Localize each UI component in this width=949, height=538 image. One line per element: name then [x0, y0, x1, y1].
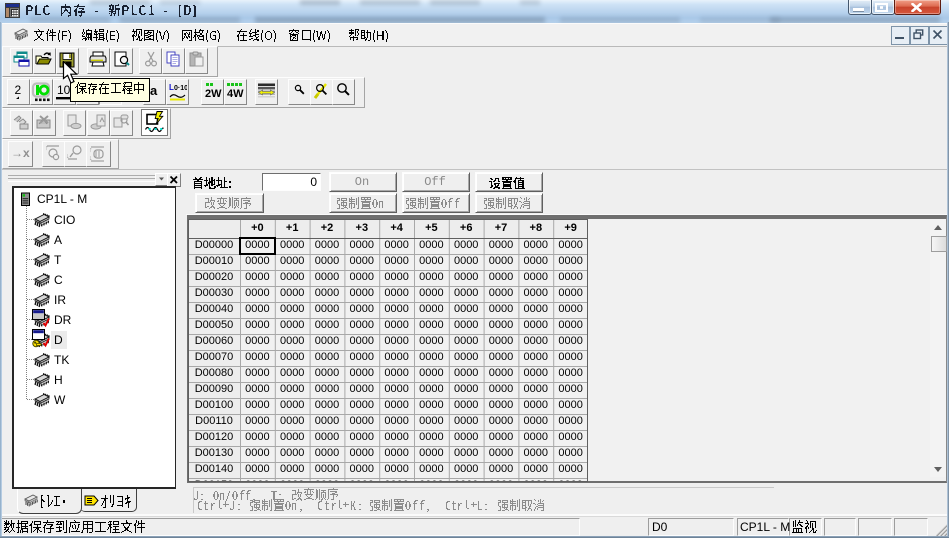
svg-text:0·10: 0·10 [174, 85, 187, 92]
svg-text:↑: ↑ [45, 145, 49, 152]
svg-text:↑: ↑ [89, 147, 93, 154]
svg-text:2W: 2W [205, 88, 222, 100]
svg-text:4W: 4W [227, 88, 244, 100]
svg-text:↓: ↓ [66, 153, 70, 160]
svg-text:2: 2 [15, 83, 22, 97]
